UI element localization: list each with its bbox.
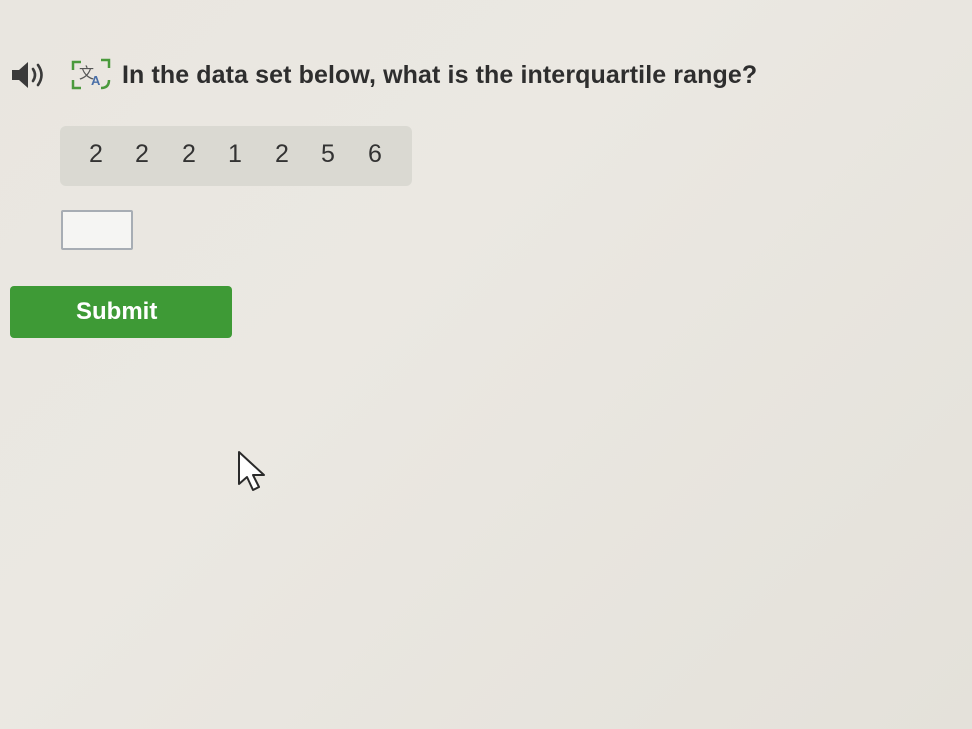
question-text: In the data set below, what is the inter… (122, 60, 758, 89)
submit-button[interactable]: Submit (10, 286, 232, 338)
svg-text:A: A (91, 73, 101, 88)
question-row: 文 A In the data set below, what is the i… (10, 56, 757, 94)
data-value: 2 (135, 140, 149, 168)
data-value: 6 (368, 140, 382, 168)
answer-input[interactable] (61, 210, 133, 250)
data-value: 5 (321, 140, 335, 168)
data-set-box: 2 2 2 1 2 5 6 (60, 126, 412, 186)
data-value: 2 (275, 140, 289, 168)
translate-icon[interactable]: 文 A (68, 56, 114, 94)
data-value: 1 (228, 140, 242, 168)
data-value: 2 (182, 140, 196, 168)
speaker-icon[interactable] (10, 58, 54, 92)
mouse-cursor-icon (238, 451, 265, 491)
data-value: 2 (89, 140, 103, 168)
